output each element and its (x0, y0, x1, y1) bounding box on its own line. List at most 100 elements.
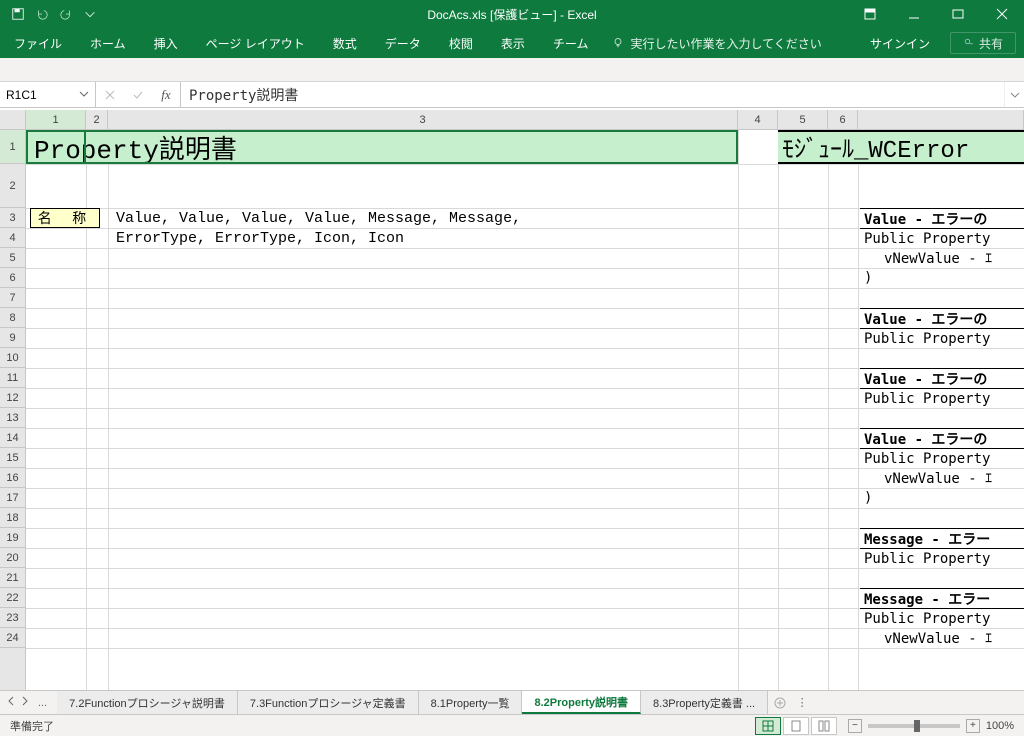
tab-insert[interactable]: 挿入 (140, 28, 192, 58)
column-header[interactable]: 3 (108, 110, 738, 129)
zoom-slider[interactable] (868, 724, 960, 728)
side-line[interactable]: Message - エラー (860, 588, 1024, 608)
row-header[interactable]: 23 (0, 608, 25, 628)
row-header[interactable]: 8 (0, 308, 25, 328)
tell-me-search[interactable]: 実行したい作業を入力してください (602, 28, 831, 58)
sheet-nav-ellipsis[interactable]: ... (34, 697, 51, 709)
row-header[interactable]: 12 (0, 388, 25, 408)
column-header[interactable]: 6 (828, 110, 858, 129)
cancel-formula-button[interactable] (96, 89, 124, 101)
row-header[interactable]: 11 (0, 368, 25, 388)
close-button[interactable] (980, 0, 1024, 28)
sheet-menu-icon[interactable]: ⋮ (792, 691, 812, 714)
side-line[interactable]: Value - エラーの (860, 428, 1024, 448)
sheet-add-button[interactable] (768, 691, 792, 714)
formula-input[interactable]: Property説明書 (181, 82, 1004, 107)
side-line[interactable]: Message - エラー (860, 528, 1024, 548)
tab-review[interactable]: 校閲 (435, 28, 487, 58)
row-header[interactable]: 13 (0, 408, 25, 428)
side-line[interactable]: Public Property (860, 328, 1024, 348)
column-header[interactable]: 5 (778, 110, 828, 129)
row-header[interactable]: 22 (0, 588, 25, 608)
cells-area[interactable]: Property説明書 ﾓｼﾞｭｰﾙ_WCError 名 称 Value, Va… (26, 130, 1024, 690)
row-header[interactable]: 2 (0, 164, 25, 208)
tab-view[interactable]: 表示 (487, 28, 539, 58)
side-line[interactable]: vNewValue - ｴ (860, 248, 1024, 268)
side-line[interactable]: Value - エラーの (860, 208, 1024, 228)
row-header[interactable]: 5 (0, 248, 25, 268)
maximize-button[interactable] (936, 0, 980, 28)
undo-icon[interactable] (32, 4, 52, 24)
row-header[interactable]: 19 (0, 528, 25, 548)
sheet-nav-prev-icon[interactable] (6, 696, 16, 709)
side-line[interactable]: vNewValue - ｴ (860, 468, 1024, 488)
side-line[interactable]: ) (860, 488, 1024, 508)
sheet-tab[interactable]: 8.1Property一覧 (419, 691, 523, 714)
column-header[interactable]: 4 (738, 110, 778, 129)
row-header[interactable]: 4 (0, 228, 25, 248)
signin-link[interactable]: サインイン (858, 28, 942, 58)
column-header[interactable]: 1 (26, 110, 86, 129)
cell-title-right[interactable]: ﾓｼﾞｭｰﾙ_WCError (778, 130, 1024, 164)
view-page-break-button[interactable] (811, 717, 837, 735)
side-line[interactable]: Public Property (860, 228, 1024, 248)
side-line[interactable]: Public Property (860, 448, 1024, 468)
row-header[interactable]: 18 (0, 508, 25, 528)
side-line[interactable]: Value - エラーの (860, 308, 1024, 328)
row-header[interactable]: 3 (0, 208, 25, 228)
row-header[interactable]: 1 (0, 130, 25, 164)
row-header[interactable]: 16 (0, 468, 25, 488)
row-header[interactable]: 20 (0, 548, 25, 568)
save-icon[interactable] (8, 4, 28, 24)
zoom-value[interactable]: 100% (986, 720, 1014, 732)
row-header[interactable]: 17 (0, 488, 25, 508)
tab-file[interactable]: ファイル (0, 28, 76, 58)
row-header[interactable]: 10 (0, 348, 25, 368)
cell-r4[interactable]: ErrorType, ErrorType, Icon, Icon (116, 228, 756, 248)
side-line[interactable]: Public Property (860, 608, 1024, 628)
chevron-down-icon[interactable] (79, 88, 89, 102)
row-header[interactable]: 24 (0, 628, 25, 648)
zoom-out-button[interactable]: − (848, 719, 862, 733)
row-header[interactable]: 7 (0, 288, 25, 308)
side-line[interactable]: Public Property (860, 388, 1024, 408)
tab-home[interactable]: ホーム (76, 28, 140, 58)
sheet-tab-active[interactable]: 8.2Property説明書 (522, 691, 641, 714)
side-line[interactable]: Value - エラーの (860, 368, 1024, 388)
minimize-button[interactable] (892, 0, 936, 28)
row-header[interactable]: 14 (0, 428, 25, 448)
row-header[interactable]: 6 (0, 268, 25, 288)
row-header[interactable]: 9 (0, 328, 25, 348)
sheet-tab[interactable]: 8.3Property定義書 ... (641, 691, 768, 714)
select-all-corner[interactable] (0, 110, 26, 129)
tab-page-layout[interactable]: ページ レイアウト (192, 28, 319, 58)
name-box[interactable]: R1C1 (0, 82, 96, 107)
sheet-tab[interactable]: 7.2Functionプロシージャ説明書 (57, 691, 238, 714)
share-button[interactable]: 共有 (950, 32, 1016, 54)
tab-team[interactable]: チーム (539, 28, 603, 58)
row-header[interactable]: 15 (0, 448, 25, 468)
view-normal-button[interactable] (755, 717, 781, 735)
formula-expand-icon[interactable] (1004, 82, 1024, 107)
column-header[interactable]: 2 (86, 110, 108, 129)
zoom-in-button[interactable]: + (966, 719, 980, 733)
name-box-value: R1C1 (6, 88, 37, 102)
enter-formula-button[interactable] (124, 89, 152, 101)
side-line[interactable]: Public Property (860, 548, 1024, 568)
cell-label-name[interactable]: 名 称 (30, 208, 100, 228)
cell-r3[interactable]: Value, Value, Value, Value, Message, Mes… (116, 208, 756, 228)
qat-customize-icon[interactable] (80, 4, 100, 24)
sheet-nav-next-icon[interactable] (20, 696, 30, 709)
side-line[interactable]: ) (860, 268, 1024, 288)
sheet-tab[interactable]: 7.3Functionプロシージャ定義書 (238, 691, 419, 714)
insert-function-button[interactable]: fx (152, 87, 180, 103)
side-line[interactable]: vNewValue - ｴ (860, 628, 1024, 648)
zoom-slider-thumb[interactable] (914, 720, 920, 732)
redo-icon[interactable] (56, 4, 76, 24)
view-page-layout-button[interactable] (783, 717, 809, 735)
cell-title-main[interactable]: Property説明書 (26, 130, 738, 164)
row-header[interactable]: 21 (0, 568, 25, 588)
tab-formulas[interactable]: 数式 (319, 28, 371, 58)
ribbon-display-icon[interactable] (848, 0, 892, 28)
tab-data[interactable]: データ (371, 28, 435, 58)
